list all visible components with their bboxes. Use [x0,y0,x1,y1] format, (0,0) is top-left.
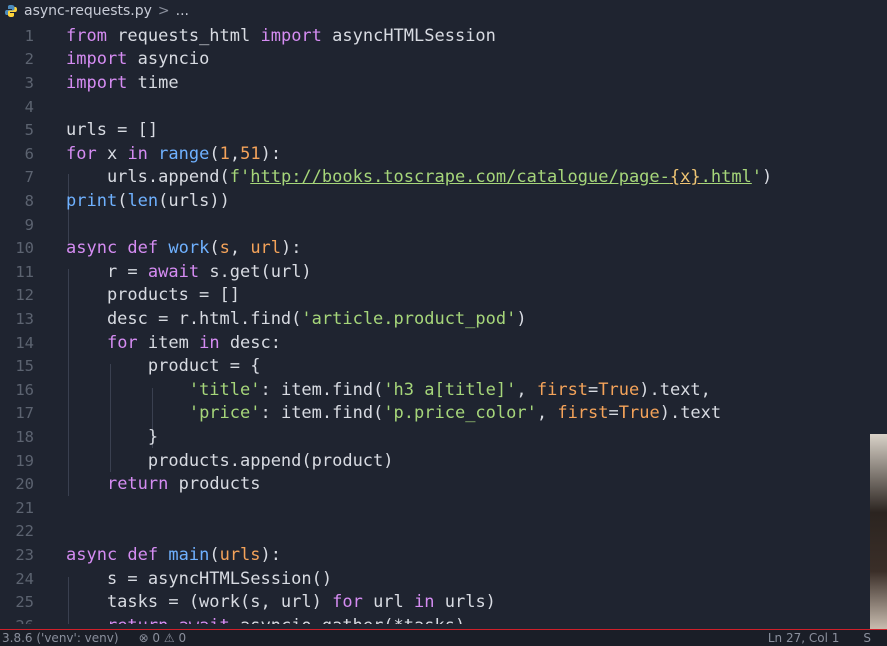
code-line[interactable]: 14 for item in desc: [0,331,887,355]
code-text: } [66,426,159,447]
line-number: 25 [15,593,34,612]
code-line[interactable]: 13 desc = r.html.find('article.product_p… [0,307,887,331]
code-text: 'title': item.find('h3 a[title]', first=… [188,379,711,400]
code-text: return await asyncio.gather(*tasks) [66,616,465,624]
code-line[interactable]: 20 return products [0,472,887,496]
line-number: 11 [15,262,34,281]
code-line[interactable]: 12 products = [] [0,284,887,308]
chevron-right-icon: > [157,3,170,19]
line-number: 15 [15,357,34,376]
line-number: 8 [24,191,34,210]
line-number: 6 [24,144,34,163]
line-number: 12 [15,286,34,305]
line-number: 22 [15,522,34,541]
code-line[interactable]: 15 product = { [0,354,887,378]
status-right[interactable]: S [863,631,871,645]
line-number: 2 [24,50,34,69]
line-number: 5 [24,121,34,140]
line-number: 17 [15,404,34,423]
code-line[interactable]: 9 [0,213,887,237]
line-number: 26 [0,617,34,624]
line-number: 20 [15,475,34,494]
code-line[interactable]: 2 import asyncio [0,48,887,72]
code-text: import time [66,72,179,93]
code-text: r = await s.get(url) [66,261,312,282]
code-line[interactable]: 11 r = await s.get(url) [0,260,887,284]
code-line[interactable]: 26 return await asyncio.gather(*tasks) [0,614,887,624]
breadcrumb: async-requests.py > ... [0,0,887,22]
code-line[interactable]: 25 tasks = (work(s, url) for url in urls… [0,590,887,614]
code-line[interactable]: 21 [0,496,887,520]
line-number: 7 [24,168,34,187]
code-text: for item in desc: [106,332,281,353]
line-number: 13 [15,309,34,328]
line-number: 10 [15,239,34,258]
code-text: from requests_html import asyncHTMLSessi… [66,25,496,46]
line-number: 16 [15,380,34,399]
code-text: products.append(product) [66,450,394,471]
webcam-overlay [870,434,887,630]
code-line[interactable]: 7 urls.append(f'http://books.toscrape.co… [0,166,887,190]
problems-indicator[interactable]: ⊗ 0 ⚠ 0 [139,631,187,645]
code-text: print(len(urls)) [66,190,230,211]
code-line[interactable]: 23 async def main(urls): [0,543,887,567]
line-number: 14 [15,333,34,352]
line-number: 9 [24,215,34,234]
code-text: urls.append(f'http://books.toscrape.com/… [66,167,773,188]
code-editor[interactable]: 1 from requests_html import asyncHTMLSess… [0,24,887,624]
line-number: 23 [15,545,34,564]
code-line[interactable]: 10 async def work(s, url): [0,236,887,260]
code-line[interactable]: 5 urls = [] [0,118,887,142]
code-text: desc = r.html.find('article.product_pod'… [66,308,527,329]
status-bar: 3.8.6 ('venv': venv) ⊗ 0 ⚠ 0 Ln 27, Col … [0,630,887,646]
code-text: 'price': item.find('p.price_color', firs… [188,403,722,424]
code-line[interactable]: 22 [0,520,887,544]
code-line[interactable]: 17 'price': item.find('p.price_color', f… [0,402,887,426]
line-number: 1 [24,26,34,45]
code-text: s = asyncHTMLSession() [66,568,333,589]
cursor-position[interactable]: Ln 27, Col 1 [768,631,840,645]
line-number: 18 [15,427,34,446]
line-number: 3 [24,73,34,92]
line-number: 4 [24,97,34,116]
code-line[interactable]: 4 [0,95,887,119]
code-text: async def main(urls): [66,544,282,565]
code-text: import asyncio [66,49,210,70]
code-line[interactable]: 24 s = asyncHTMLSession() [0,567,887,591]
breadcrumb-file[interactable]: async-requests.py [24,3,152,19]
code-text: for x in range(1,51): [66,143,282,164]
code-text: async def work(s, url): [66,238,302,259]
code-text: urls = [] [66,120,159,141]
code-line[interactable]: 8 print(len(urls)) [0,189,887,213]
code-line[interactable]: 19 products.append(product) [0,449,887,473]
code-line[interactable]: 16 'title': item.find('h3 a[title]', fir… [0,378,887,402]
python-file-icon [4,4,18,18]
breadcrumb-more[interactable]: ... [176,3,189,19]
python-interpreter[interactable]: 3.8.6 ('venv': venv) [2,631,119,645]
line-number: 21 [15,498,34,517]
code-text: tasks = (work(s, url) for url in urls) [66,592,496,613]
code-line[interactable]: 18 } [0,425,887,449]
code-line[interactable]: 6 for x in range(1,51): [0,142,887,166]
code-line[interactable]: 1 from requests_html import asyncHTMLSess… [0,24,887,48]
code-text: products = [] [66,285,240,306]
code-text: product = { [66,356,261,377]
code-line[interactable]: 3 import time [0,71,887,95]
line-number: 24 [15,569,34,588]
line-number: 19 [15,451,34,470]
code-text: return products [106,474,261,495]
